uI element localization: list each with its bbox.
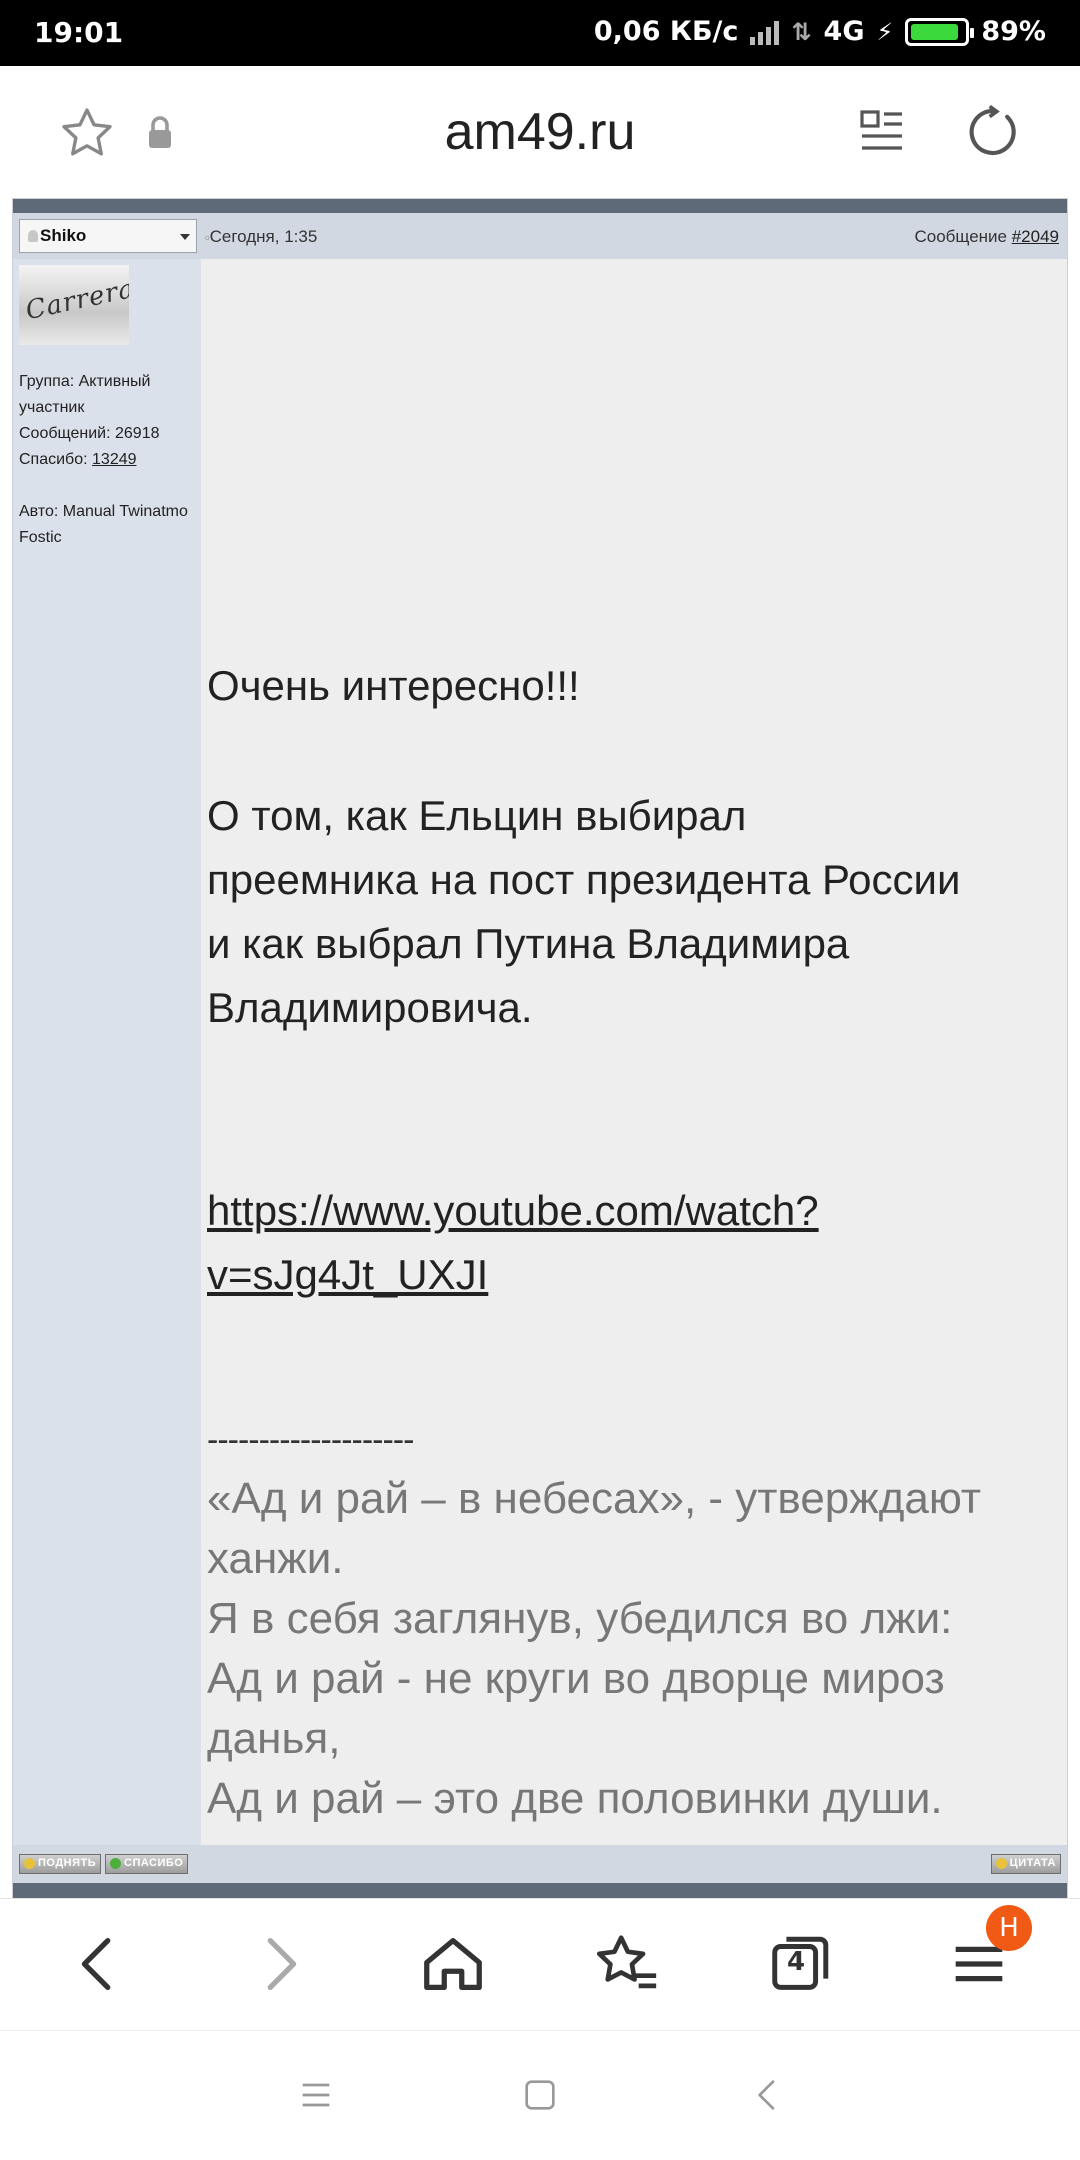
network-speed: 0,06 КБ/с [593,16,739,47]
avatar-logo-text: Carrera [23,273,129,327]
tabs-count: 4 [786,1947,806,1977]
user-info: Группа: Активный участник Сообщений: 269… [19,369,199,551]
message-number: Сообщение #2049 [914,227,1059,247]
web-page: Shiko ▫Сегодня, 1:35 Сообщение #2049 Car… [0,198,1080,1899]
quote-button[interactable]: ЦИТАТА [990,1854,1061,1874]
status-time: 19:01 [34,16,124,49]
thanks-button[interactable]: СПАСИБО [105,1854,189,1874]
user-group: Группа: Активный участник [19,373,151,416]
raise-button[interactable]: ПОДНЯТЬ [19,1854,102,1874]
browser-nav-bar: 4 H [0,1898,1080,2030]
thanks-label: Спасибо: [19,451,93,468]
signature-line: Я в себя заглянув, убедился во лжи: [207,1594,953,1643]
thanks-count-link[interactable]: 13249 [92,451,137,468]
back-icon[interactable] [64,1929,134,1999]
user-auto: Авто: Manual Twinatmo Fostic [19,503,188,546]
battery-icon [905,17,975,46]
post-bottom-bar [13,1883,1067,1899]
bookmarks-icon[interactable] [592,1929,662,1999]
chevron-down-icon [180,234,190,240]
network-type: 4G [823,16,865,47]
signature-line: Ад и рай – это две половинки души. [207,1774,943,1823]
signature: «Ад и рай – в небесах», - утверждают хан… [207,1469,1067,1829]
plus-icon [995,1858,1007,1869]
avatar[interactable]: Carrera [19,265,129,345]
thanks-label: СПАСИБО [124,1857,184,1869]
battery-percent: 89% [981,16,1046,47]
username-dropdown[interactable]: Shiko [19,219,197,253]
forward-icon[interactable] [244,1929,314,1999]
signal-icon [750,19,780,45]
home-icon[interactable] [418,1929,488,1999]
url-text[interactable]: am49.ru [0,102,1080,162]
user-thanks: Спасибо: 13249 [19,447,199,473]
menu-badge: H [986,1905,1032,1951]
system-nav-bar [0,2030,1080,2160]
arrow-up-icon [24,1858,35,1869]
browser-address-bar: am49.ru [0,66,1080,198]
tabs-button[interactable]: 4 [766,1929,836,1999]
status-icons: 0,06 КБ/с ⇅ 4G ⚡ 89% [594,16,1046,47]
forum-post: Shiko ▫Сегодня, 1:35 Сообщение #2049 Car… [12,198,1068,1899]
user-icon [28,230,38,242]
user-sidebar: Carrera Группа: Активный участник Сообще… [13,259,201,1845]
post-content: Очень интересно!!! О том, как Ельцин выб… [201,259,1067,1845]
reader-mode-icon[interactable] [858,106,906,158]
signature-separator: -------------------- [207,1421,414,1459]
plus-icon [110,1858,121,1869]
post-header: Shiko ▫Сегодня, 1:35 Сообщение #2049 [13,213,1067,259]
username: Shiko [40,226,87,245]
home-button-icon[interactable] [520,2075,560,2115]
post-top-bar [13,199,1067,213]
message-number-link[interactable]: #2049 [1012,227,1059,246]
status-bar: 19:01 0,06 КБ/с ⇅ 4G ⚡ 89% [0,0,1080,66]
post-date: ▫Сегодня, 1:35 [205,227,317,247]
charging-icon: ⚡ [876,17,894,46]
user-posts: Сообщений: 26918 [19,425,160,442]
system-back-icon[interactable] [748,2075,788,2115]
signature-line: «Ад и рай – в небесах», - утверждают хан… [207,1474,982,1583]
message-label: Сообщение [914,227,1012,246]
youtube-link[interactable]: https://www.youtube.com/watch?v=sJg4Jt_U… [207,1179,967,1307]
signature-line: Ад и рай - не круги во дворце мироз дань… [207,1654,945,1763]
post-footer: ПОДНЯТЬ СПАСИБО ЦИТАТА [13,1845,1067,1883]
reload-icon[interactable] [964,104,1020,160]
post-text-2: О том, как Ельцин выбирал преемника на п… [207,792,961,1031]
data-arrows-icon: ⇅ [791,17,812,46]
raise-label: ПОДНЯТЬ [38,1857,97,1869]
post-text-1: Очень интересно!!! [207,662,580,709]
quote-label: ЦИТАТА [1009,1857,1056,1869]
recent-apps-icon[interactable] [296,2075,336,2115]
post-date-text: Сегодня, 1:35 [209,227,318,246]
menu-button[interactable]: H [944,1905,1032,1999]
